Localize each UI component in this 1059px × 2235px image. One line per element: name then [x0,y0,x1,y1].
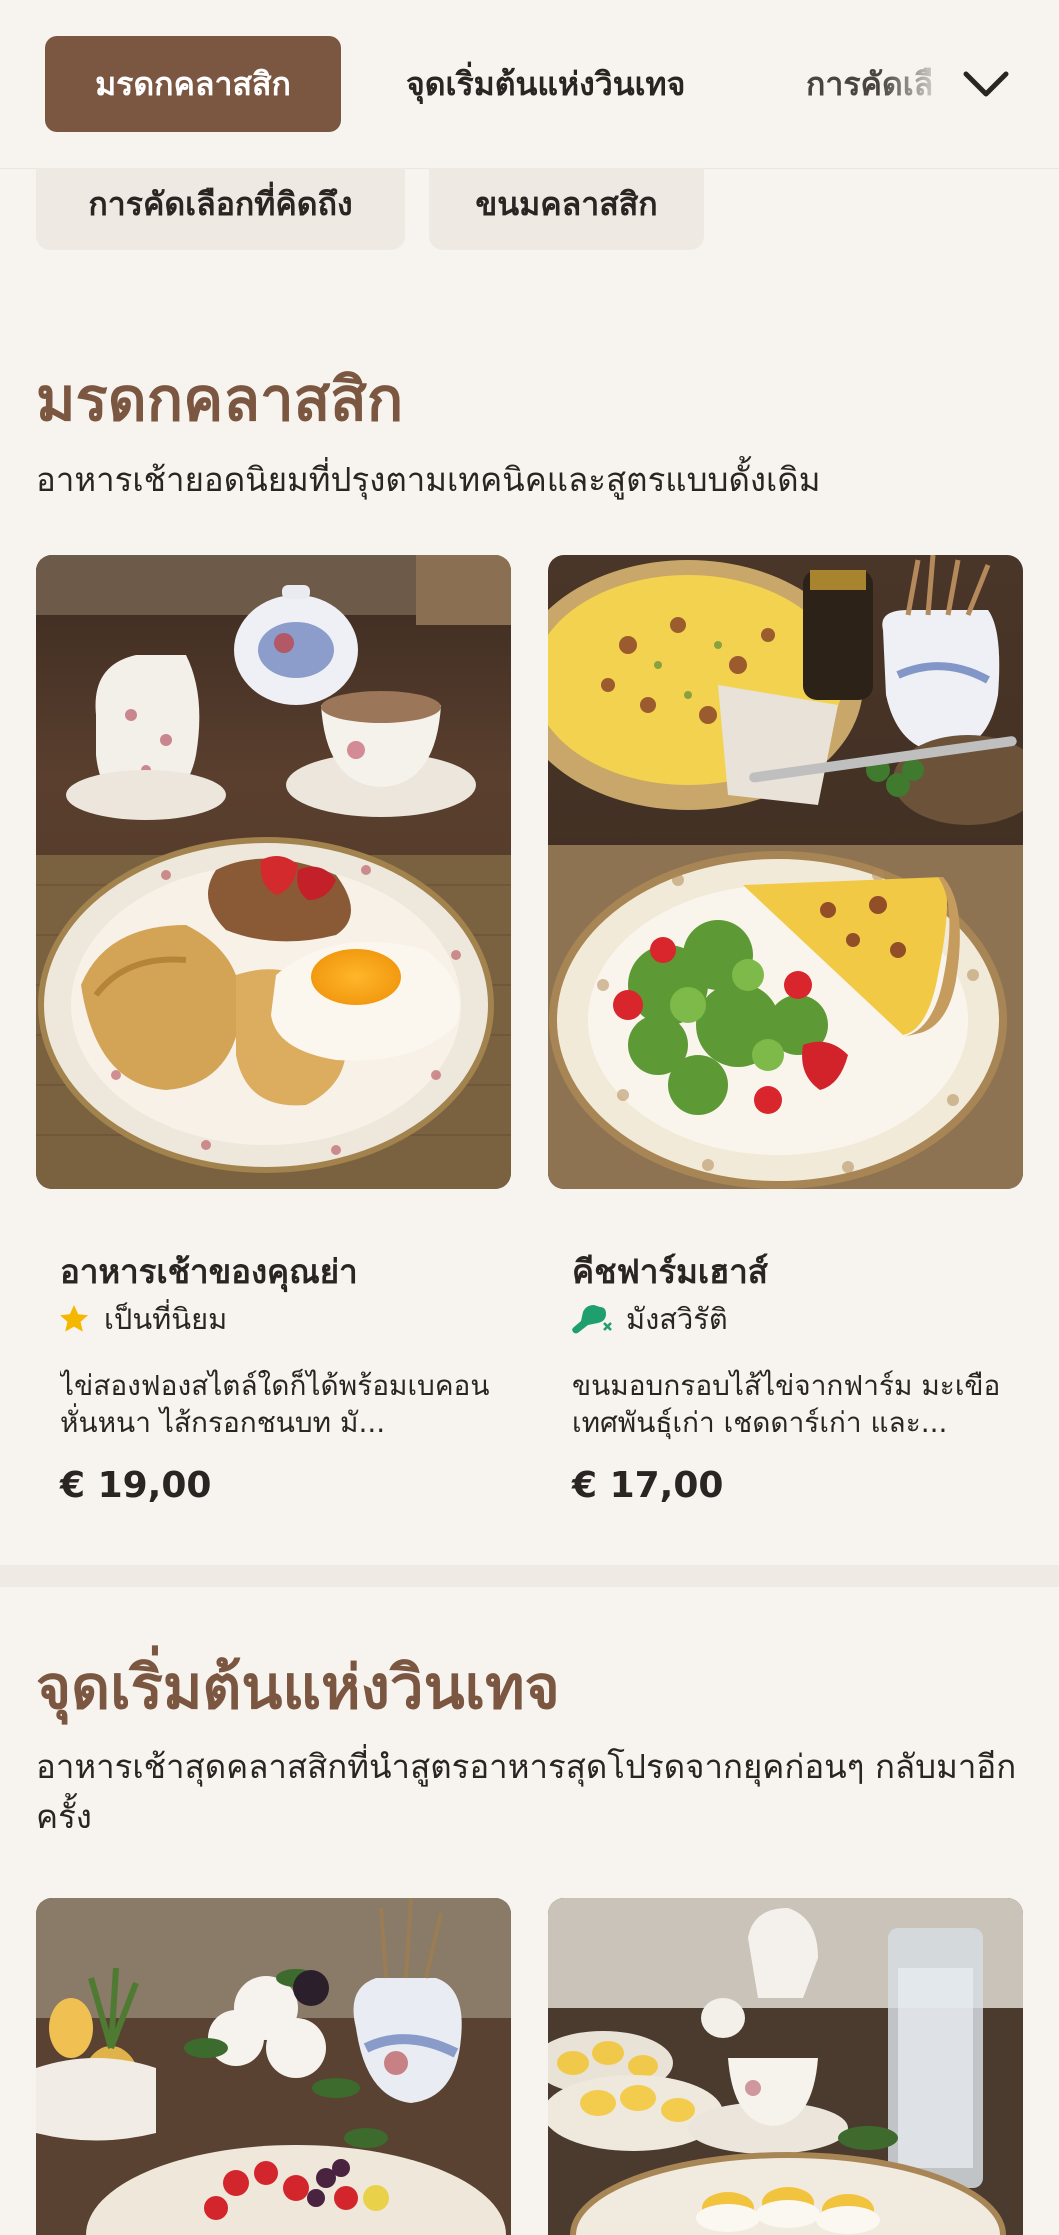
tab-classic-heritage[interactable]: มรดกคลาสสิก [45,36,341,132]
section-title: จุดเริ่มต้นแห่งวินเทจ [36,1653,560,1723]
item-description: ขนมอบกรอบไส้ไข่จากฟาร์ม มะเขือเทศพันธุ์เ… [572,1369,1001,1439]
menu-item-card[interactable] [36,1898,511,2235]
category-nav: มรดกคลาสสิก จุดเริ่มต้นแห่งวินเทจ การคัด… [0,0,1059,169]
star-icon [60,1305,88,1332]
menu-item-card[interactable] [548,1898,1023,2235]
item-price: € 19,00 [60,1465,212,1506]
deviled-eggs-photo [548,1898,1023,2235]
chip-classic-pastries[interactable]: ขนมคลาสสิก [429,168,704,250]
item-name: อาหารเช้าของคุณย่า [60,1252,358,1291]
section-subtitle: อาหารเช้าสุดคลาสสิกที่นำสูตรอาหารสุดโปรด… [36,1747,1017,1836]
menu-item-card[interactable]: อาหารเช้าของคุณย่า เป็นที่นิยม ไข่สองฟอง… [36,555,511,1506]
item-badge-label: เป็นที่นิยม [104,1302,228,1336]
item-badge-label: มังสวิรัติ [626,1302,728,1336]
vegetarian-drumstick-icon [572,1305,612,1334]
tab-vintage-origins[interactable]: จุดเริ่มต้นแห่งวินเทจ [406,36,685,132]
section-divider [0,1565,1059,1587]
item-description: ไข่สองฟองสไตล์ใดก็ได้พร้อมเบคอนหั่นหนา ไ… [60,1369,490,1439]
section-subtitle: อาหารเช้ายอดนิยมที่ปรุงตามเทคนิคและสูตรแ… [36,460,821,499]
item-name: คีชฟาร์มเฮาส์ [572,1252,768,1291]
chip-nostalgic-selection[interactable]: การคัดเลือกที่คิดถึง [36,168,405,250]
fruit-platter-photo [36,1898,511,2235]
breakfast-photo [36,555,511,1189]
item-price: € 17,00 [572,1465,724,1506]
item-badge: เป็นที่นิยม [58,1299,227,1339]
menu-item-card[interactable]: คีชฟาร์มเฮาส์ มังสวิรัติ ขนมอบกรอบไส้ไข่… [548,555,1023,1506]
quiche-photo [548,555,1023,1189]
section-title: มรดกคลาสสิก [36,365,404,435]
chevron-down-icon[interactable] [960,60,1012,108]
item-badge: มังสวิรัติ [570,1299,728,1339]
